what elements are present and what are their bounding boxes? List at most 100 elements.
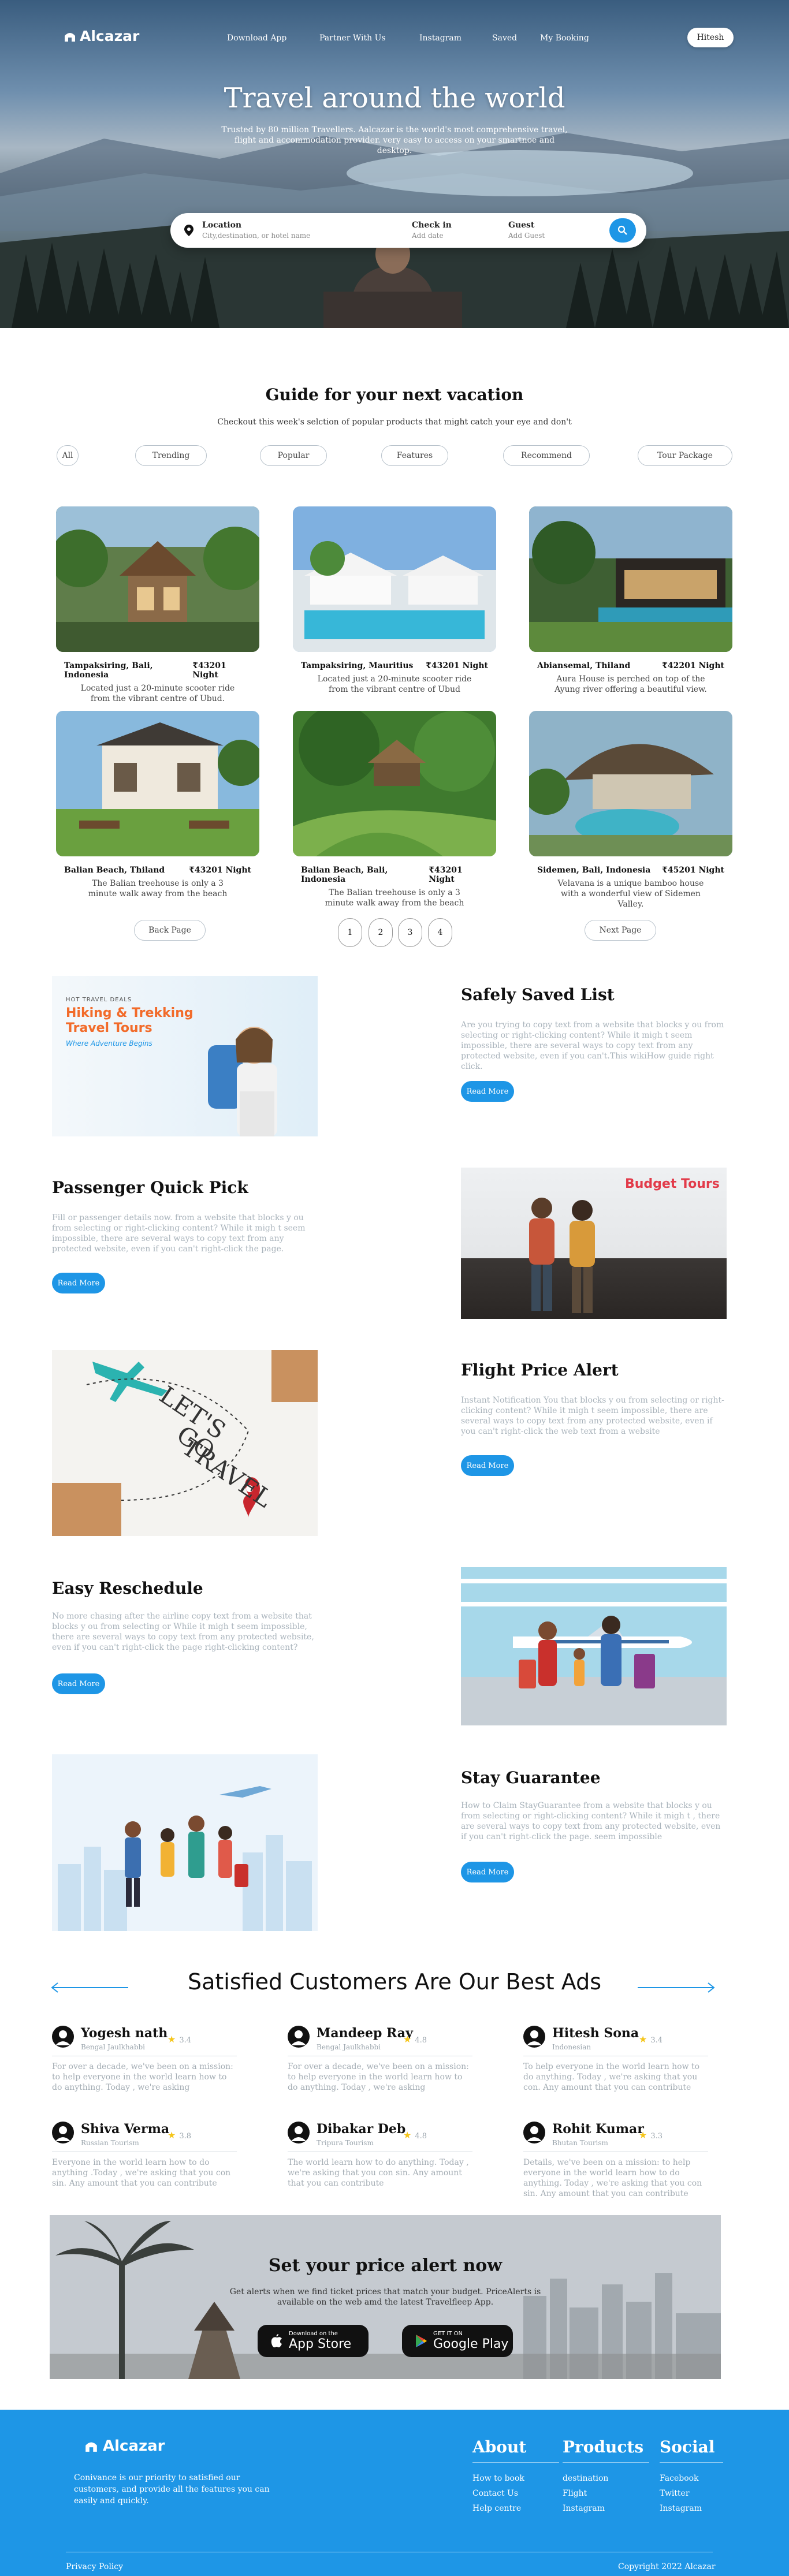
rating-value: 3.8 [179,2132,192,2141]
checkin-field[interactable]: Check in Add date [412,221,452,240]
guest-label: Guest [508,221,535,230]
feature-text: How to Claim StayGuarantee from a websit… [461,1801,721,1841]
hiking-promo-image: HOT TRAVEL DEALS Hiking & Trekking Trave… [52,976,318,1136]
google-play-button[interactable]: GET IT ON Google Play [402,2325,513,2357]
nav-download-app[interactable]: Download App [227,33,319,43]
hero-section: Alcazar Download App Partner With Us Ins… [0,0,789,328]
family-airport-image [461,1567,727,1725]
listing-card[interactable]: Tampaksiring, Mauritius ₹43201 Night Loca… [293,506,496,695]
testimonials-next-arrow-icon[interactable] [635,1982,716,1993]
read-more-button[interactable]: Read More [461,1862,514,1882]
read-more-button[interactable]: Read More [52,1673,105,1694]
testimonial-card: Dibakar Deb Tripura Tourism ★ 4.8 The wor… [288,2122,472,2188]
feature-text: Are you trying to copy text from a websi… [461,1020,724,1071]
lets-go-travel-image: LET'S GO TRAVEL [52,1350,318,1536]
nav-saved[interactable]: Saved [492,33,540,43]
footer-link-twitter[interactable]: Twitter [660,2486,723,2501]
testimonial-card: Mandeep Ray Bengal Jaulkhabbi ★ 4.8 For o… [288,2026,472,2092]
footer-brand-name: Alcazar [103,2437,165,2455]
nav-instagram[interactable]: Instagram [419,33,492,43]
footer-link-destination[interactable]: destination [563,2471,649,2486]
brand-logo[interactable]: Alcazar [64,28,139,44]
listing-image [56,711,259,856]
price-alert-title: Set your price alert now [268,2256,503,2276]
testimonial-text: Everyone in the world learn how to do an… [52,2158,231,2188]
travelers-city-image [52,1754,318,1931]
read-more-button[interactable]: Read More [461,1081,514,1102]
filter-all[interactable]: All [57,445,79,466]
testimonial-location: Bhutan Tourism [552,2139,608,2147]
listing-card[interactable]: Sidemen, Bali, Indonesia ₹45201 Night Vel… [529,711,732,909]
listing-card[interactable]: Balian Beach, Thiland ₹43201 Night The Ba… [56,711,259,899]
brand-name: Alcazar [80,28,140,44]
read-more-button[interactable]: Read More [52,1273,105,1293]
logo-icon [85,2442,97,2452]
feature-title: Easy Reschedule [52,1579,203,1598]
location-field[interactable]: Location City,destination, or hotel name [202,221,310,240]
avatar [288,2026,310,2048]
guest-field[interactable]: Guest Add Guest [508,221,545,240]
app-store-button[interactable]: Download on the App Store [258,2325,369,2357]
testimonial-location: Russian Tourism [81,2139,139,2147]
testimonial-location: Bengal Jaulkhabbi [317,2043,381,2051]
nav-my-booking[interactable]: My Booking [540,33,598,43]
footer-link-facebook[interactable]: Facebook [660,2471,723,2486]
page-4-button[interactable]: 4 [428,918,452,947]
divider [563,2462,649,2463]
location-label: Location [202,221,242,230]
location-pin-icon [184,225,193,236]
apple-icon [271,2334,282,2347]
star-icon: ★ [168,2034,176,2045]
footer-link-flight[interactable]: Flight [563,2486,649,2501]
read-more-button[interactable]: Read More [461,1455,514,1476]
testimonial-card: Shiva Verma Russian Tourism ★ 3.8 Everyon… [52,2122,237,2188]
page-3-button[interactable]: 3 [398,918,422,947]
nav-partner[interactable]: Partner With Us [319,33,419,43]
search-button[interactable] [609,218,636,243]
back-page-button[interactable]: Back Page [134,920,206,941]
checkin-label: Check in [412,221,452,230]
listing-card[interactable]: Abiansemal, Thiland ₹42201 Night Aura Hou… [529,506,732,695]
testimonial-text: The world learn how to do anything. Toda… [288,2158,469,2188]
page-1-button[interactable]: 1 [338,918,362,947]
filter-trending[interactable]: Trending [135,445,207,466]
listing-image [529,506,732,652]
listing-place: Sidemen, Bali, Indonesia [537,866,651,875]
next-page-button[interactable]: Next Page [585,920,656,941]
footer-link-social-instagram[interactable]: Instagram [660,2501,723,2516]
footer-col-title: Products [563,2437,644,2456]
search-icon [617,225,627,235]
listing-card[interactable]: Balian Beach, Bali, Indonesia ₹43201 Nigh… [293,711,496,908]
avatar [288,2122,310,2143]
footer-link-help[interactable]: Help centre [472,2501,559,2516]
guest-placeholder: Add Guest [508,232,545,240]
footer-link-instagram[interactable]: Instagram [563,2501,649,2516]
checkin-placeholder: Add date [412,232,444,240]
footer-link-contact[interactable]: Contact Us [472,2486,559,2501]
footer-col-title: About [472,2437,527,2456]
filter-tour-package[interactable]: Tour Package [638,445,732,466]
page-2-button[interactable]: 2 [369,918,393,947]
footer-link-how-to-book[interactable]: How to book [472,2471,559,2486]
nav-links: Download App Partner With Us Instagram S… [227,33,598,43]
user-button[interactable]: Hitesh [687,28,734,47]
footer-logo[interactable]: Alcazar [84,2437,165,2455]
listing-card[interactable]: Tampaksiring, Bali, Indonesia ₹43201 Nigh… [56,506,259,704]
listing-place: Balian Beach, Thiland [64,866,165,875]
listing-image [56,506,259,652]
filter-features[interactable]: Features [381,445,448,466]
privacy-policy-link[interactable]: Privacy Policy [66,2562,123,2571]
search-bar: Location City,destination, or hotel name… [170,213,646,248]
guide-subtitle: Checkout this week's selction of popular… [217,417,572,427]
budget-tours-image: Budget Tours [461,1168,727,1319]
feature-title: Flight Price Alert [461,1360,619,1380]
star-icon: ★ [403,2034,412,2045]
filter-popular[interactable]: Popular [260,445,327,466]
avatar [52,2122,74,2143]
filter-recommend[interactable]: Recommend [503,445,590,466]
budget-tours-text: Budget Tours [625,1177,720,1191]
page: Alcazar Download App Partner With Us Ins… [0,0,789,2576]
price-alert-banner: Set your price alert now Get alerts when… [50,2215,721,2379]
listing-image [293,506,496,652]
testimonial-name: Rohit Kumar [552,2122,644,2137]
